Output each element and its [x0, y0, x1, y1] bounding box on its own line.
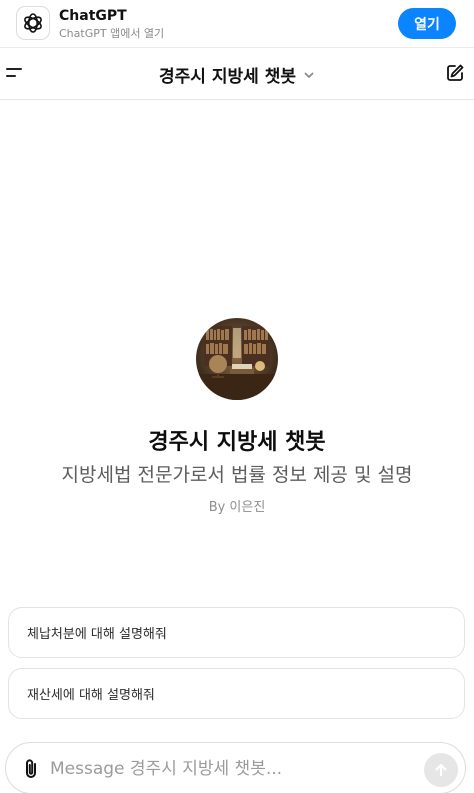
gpt-author: By 이은진	[208, 500, 266, 515]
app-name: ChatGPT	[59, 8, 127, 24]
gpt-name: 경주시 지방세 챗봇	[148, 430, 326, 455]
message-composer	[5, 742, 466, 793]
suggestion-card[interactable]: 체납처분에 대해 설명해줘	[8, 607, 465, 658]
suggestion-label: 체납처분에 대해 설명해줘	[27, 627, 167, 642]
arrow-up-icon	[435, 763, 447, 777]
gpt-description: 지방세법 전문가로서 법률 정보 제공 및 설명	[61, 464, 413, 486]
model-selector[interactable]: 경주시 지방세 챗봇	[0, 62, 474, 87]
new-chat-icon[interactable]	[445, 63, 465, 83]
send-button[interactable]	[424, 753, 458, 787]
app-subtitle: ChatGPT 앱에서 열기	[59, 27, 165, 40]
chat-header: 경주시 지방세 챗봇	[0, 48, 474, 100]
chatgpt-logo-icon	[16, 6, 50, 40]
paperclip-icon[interactable]	[20, 757, 42, 781]
chevron-down-icon	[304, 72, 314, 78]
open-app-button[interactable]: 열기	[398, 8, 456, 39]
gpt-avatar	[196, 318, 278, 400]
suggestion-label: 재산세에 대해 설명해줘	[27, 688, 155, 703]
page-title: 경주시 지방세 챗봇	[159, 67, 296, 87]
message-input[interactable]	[50, 756, 410, 782]
app-banner: ChatGPT ChatGPT 앱에서 열기 열기	[0, 0, 474, 48]
suggestion-card[interactable]: 재산세에 대해 설명해줘	[8, 668, 465, 719]
